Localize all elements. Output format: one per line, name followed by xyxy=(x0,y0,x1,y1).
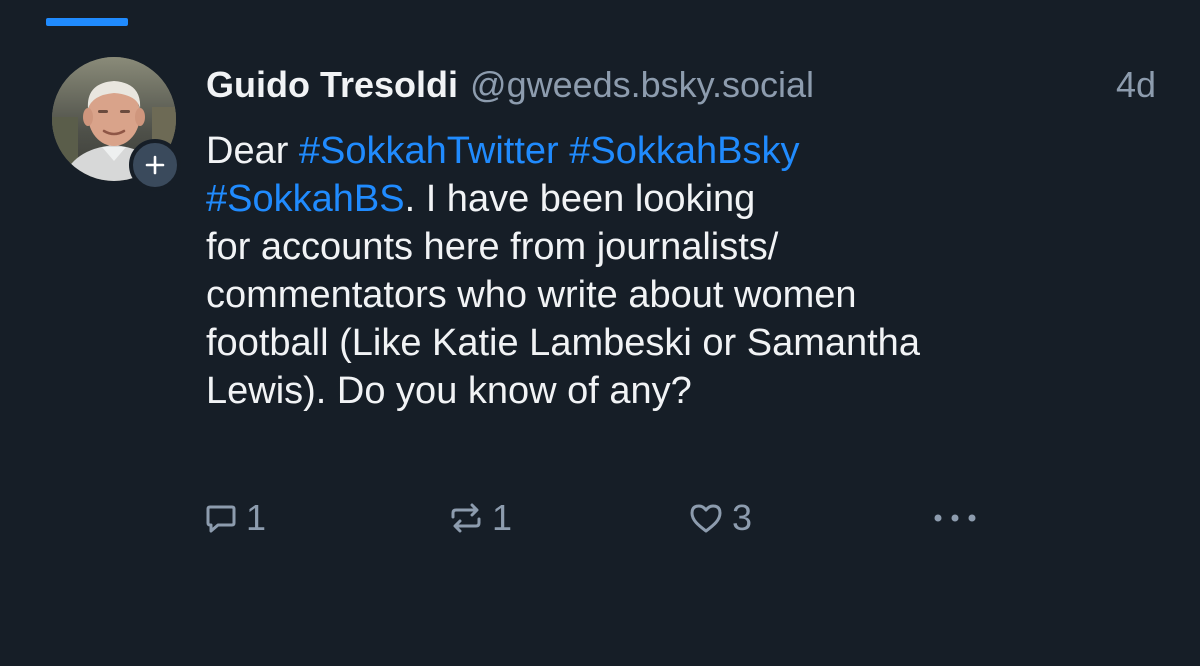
reply-button[interactable]: 1 xyxy=(204,490,266,546)
post-text-segment xyxy=(559,130,570,172)
avatar-container xyxy=(52,57,181,191)
post-header: Guido Tresoldi @gweeds.bsky.social 4d xyxy=(206,64,1166,112)
post-timestamp[interactable]: 4d xyxy=(1116,64,1156,106)
post-text-line: for accounts here from journalists/ xyxy=(206,226,779,268)
hashtag-link[interactable]: #SokkahBsky xyxy=(569,130,799,172)
more-dots-icon xyxy=(934,514,976,522)
hashtag-link[interactable]: #SokkahTwitter xyxy=(299,130,559,172)
like-button[interactable]: 3 xyxy=(688,490,752,546)
author-handle[interactable]: @gweeds.bsky.social xyxy=(470,64,814,106)
post-text-line: football (Like Katie Lambeski or Samanth… xyxy=(206,322,920,364)
reply-icon xyxy=(206,505,236,533)
follow-button[interactable] xyxy=(129,139,181,191)
post-actions: 1 1 3 xyxy=(200,490,1000,546)
post-screen: Guido Tresoldi @gweeds.bsky.social 4d De… xyxy=(0,0,1200,666)
repost-button[interactable]: 1 xyxy=(448,490,512,546)
post-text-line: Lewis). Do you know of any? xyxy=(206,370,692,412)
post[interactable]: Guido Tresoldi @gweeds.bsky.social 4d De… xyxy=(0,0,1200,666)
post-text-segment: . I have been looking xyxy=(404,178,756,220)
post-text-line: commentators who write about women xyxy=(206,274,857,316)
more-options-button[interactable] xyxy=(928,490,982,546)
post-text-segment: Dear xyxy=(206,130,299,172)
post-text: Dear #SokkahTwitter #SokkahBsky #SokkahB… xyxy=(206,127,1086,415)
heart-icon xyxy=(690,504,722,533)
author-display-name[interactable]: Guido Tresoldi xyxy=(206,64,458,106)
reply-count: 1 xyxy=(246,497,267,538)
like-count: 3 xyxy=(732,497,753,538)
post-text-line: Dear #SokkahTwitter #SokkahBsky xyxy=(206,127,1086,175)
hashtag-link[interactable]: #SokkahBS xyxy=(206,178,405,220)
post-text-line: #SokkahBS. I have been looking xyxy=(206,175,1086,223)
repost-icon xyxy=(451,503,481,533)
plus-icon xyxy=(145,155,165,175)
repost-count: 1 xyxy=(492,497,513,538)
